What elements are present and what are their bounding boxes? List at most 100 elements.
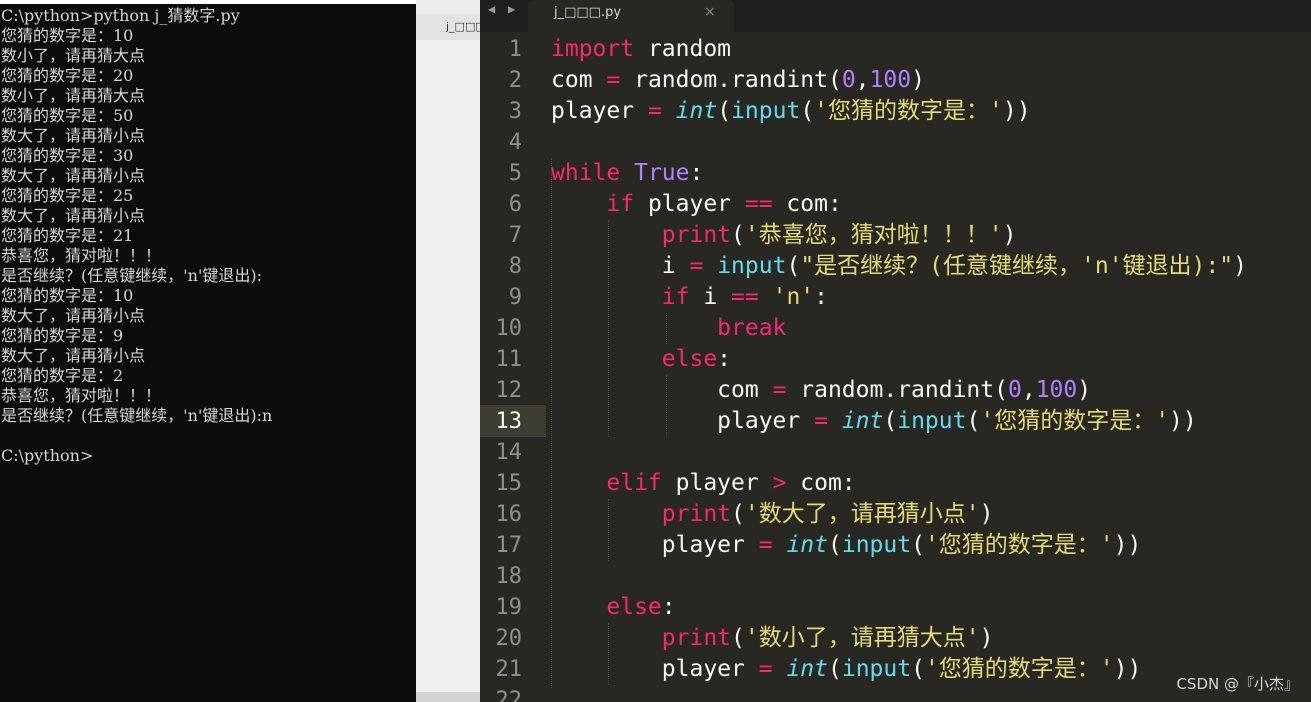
line-number: 21 <box>495 657 523 682</box>
tab-file[interactable]: j_□□□.py × <box>528 0 734 32</box>
code-line[interactable]: player = int(input('您猜的数字是：')) <box>551 530 1311 561</box>
console-line: 数大了，请再猜小点 <box>1 166 146 185</box>
code-token: input <box>731 98 801 124</box>
code-line[interactable] <box>551 437 1311 468</box>
console-line: 恭喜您，猜对啦！！！ <box>1 386 162 405</box>
code-line[interactable] <box>551 561 1311 592</box>
side-panel-tab[interactable]: j_□□□ <box>416 14 480 40</box>
code-token: player <box>551 656 759 682</box>
code-token: if <box>661 284 690 310</box>
code-line[interactable]: else: <box>551 592 1311 623</box>
code-token: '您猜的数字是：' <box>924 656 1114 682</box>
code-token: input <box>841 656 912 682</box>
code-token: ) <box>1077 377 1092 403</box>
code-line[interactable]: elif player > com: <box>551 468 1311 499</box>
code-line[interactable]: com = random.randint(0,100) <box>551 375 1311 406</box>
code-token: 100 <box>1035 377 1078 403</box>
code-token: ( <box>786 253 801 279</box>
line-number: 2 <box>508 68 522 93</box>
code-line[interactable]: else: <box>551 344 1311 375</box>
tab-file-title: j_□□□.py <box>554 5 622 20</box>
code-token: ) <box>1233 253 1247 279</box>
code-token: input <box>717 253 787 279</box>
console-line: 是否继续？(任意键继续，'n'键退出): <box>1 266 262 285</box>
code-line[interactable]: while True: <box>551 158 1311 189</box>
code-token: 0 <box>841 67 856 93</box>
tab-scroll-left-icon[interactable]: ◀ <box>488 2 495 16</box>
indent-guide <box>608 623 609 685</box>
code-token: "是否继续？(任意键继续，'n'键退出):" <box>800 253 1234 279</box>
code-line[interactable]: player = int(input('您猜的数字是：')) <box>551 406 1311 437</box>
code-token: com: <box>772 191 842 217</box>
code-token: ( <box>731 222 745 248</box>
line-number: 3 <box>508 99 522 124</box>
code-token: ( <box>883 408 898 434</box>
line-number: 9 <box>508 285 522 310</box>
code-token: = <box>758 656 773 682</box>
code-token: ) <box>911 67 925 93</box>
code-line[interactable]: print('数小了，请再猜大点') <box>551 623 1311 654</box>
tab-close-icon[interactable]: × <box>704 4 716 20</box>
code-token: ( <box>827 532 842 558</box>
code-token: : <box>661 594 676 620</box>
code-line[interactable]: print('恭喜您，猜对啦！！！') <box>551 220 1311 251</box>
code-token: input <box>897 408 967 434</box>
code-token: = <box>758 532 773 558</box>
console-line: C:\python> <box>1 446 94 465</box>
tab-scroll-right-icon[interactable]: ▶ <box>508 2 515 16</box>
code-line[interactable]: import random <box>551 34 1311 65</box>
code-token: , <box>855 67 870 93</box>
code-token: = <box>647 98 662 124</box>
code-line[interactable]: break <box>551 313 1311 344</box>
console-window[interactable]: C:\python>python j_猜数字.py 您猜的数字是：10 数小了，请再… <box>0 0 416 702</box>
console-line: 数大了，请再猜小点 <box>1 206 146 225</box>
code-line[interactable]: if player == com: <box>551 189 1311 220</box>
code-line[interactable]: i = input("是否继续？(任意键继续，'n'键退出):") <box>551 251 1311 282</box>
code-token: : <box>814 284 828 310</box>
code-token: ( <box>731 501 745 527</box>
code-line[interactable]: com = random.randint(0,100) <box>551 65 1311 96</box>
code-token: ) <box>979 625 994 651</box>
side-panel: j_□□□ <box>416 0 480 702</box>
code-token: True <box>634 160 690 186</box>
console-line: 数小了，请再猜大点 <box>1 86 146 105</box>
code-token: )) <box>1002 98 1031 124</box>
code-token: com <box>551 67 607 93</box>
code-token: )) <box>1169 408 1197 434</box>
code-editor[interactable]: ◀ ▶ j_□□□.py × 1 2 3 4 5 6 7 8 9 10 11 12 13 14 15 16 17… <box>480 0 1311 702</box>
code-token: print <box>661 501 732 527</box>
code-token: 0 <box>1007 377 1022 403</box>
code-token: player <box>551 98 648 124</box>
line-number: 18 <box>495 564 523 589</box>
code-line[interactable]: print('数大了，请再猜小点') <box>551 499 1311 530</box>
line-number: 5 <box>508 161 522 186</box>
code-token: i <box>689 284 732 310</box>
code-line[interactable]: if i == 'n': <box>551 282 1311 313</box>
code-token: '您猜的数字是：' <box>814 98 1003 124</box>
code-token: while <box>551 160 621 186</box>
editor-tab-bar: ◀ ▶ j_□□□.py × <box>480 0 1311 32</box>
code-token: ( <box>911 532 925 558</box>
console-line: 您猜的数字是：10 <box>1 286 134 305</box>
code-token: input <box>841 532 912 558</box>
indent-guide <box>608 220 609 437</box>
watermark: CSDN @『小杰』 <box>1176 675 1299 693</box>
console-line: 您猜的数字是：20 <box>1 66 134 85</box>
console-line: 您猜的数字是：21 <box>1 226 134 245</box>
code-line[interactable]: player = int(input('您猜的数字是：')) <box>551 96 1311 127</box>
console-line: 恭喜您，猜对啦！！！ <box>1 246 162 265</box>
code-line[interactable] <box>551 127 1311 158</box>
line-number: 12 <box>495 378 523 403</box>
side-panel-scrollbar[interactable] <box>416 692 480 702</box>
code-area[interactable]: import random com = random.randint(0,100)… <box>551 34 1311 702</box>
code-token: 100 <box>869 67 912 93</box>
console-line: C:\python>python j_猜数字.py <box>1 6 240 25</box>
